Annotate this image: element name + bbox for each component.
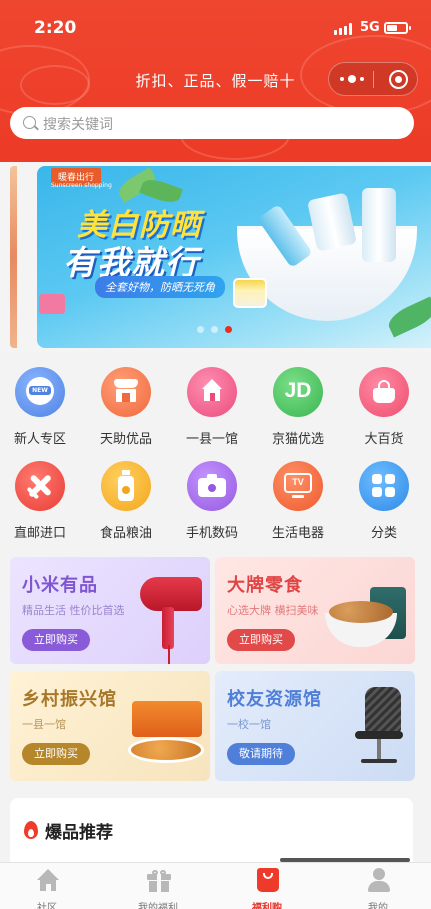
category-tianzhu[interactable]: 天助优品	[91, 367, 161, 447]
category-food-oil[interactable]: 食品粮油	[91, 461, 161, 541]
gift-icon	[147, 870, 171, 892]
category-label: 一县一馆	[185, 432, 238, 447]
promo-subtitle: 心选大牌 横扫美味	[227, 604, 319, 617]
promo-subtitle: 一校一馆	[227, 718, 271, 731]
jd-logo-icon: JD	[284, 379, 312, 402]
status-time: 2:20	[34, 18, 77, 38]
category-department-store[interactable]: 大百货	[349, 367, 419, 447]
category-label: 直邮进口	[13, 526, 66, 541]
category-label: 新人专区	[13, 432, 66, 447]
promo-title: 校友资源馆	[227, 689, 322, 710]
category-label: 分类	[370, 526, 397, 541]
search-icon	[23, 116, 36, 129]
product-bottle-image	[362, 188, 396, 262]
promo-card-xiaomi[interactable]: 小米有品 精品生活 性价比首选 立即购买	[10, 557, 210, 664]
mini-program-capsule[interactable]	[328, 62, 418, 96]
airplane-icon	[19, 465, 61, 507]
buy-now-button[interactable]: 立即购买	[227, 629, 295, 651]
tab-label: 我的	[368, 903, 388, 909]
grid-icon	[372, 474, 396, 498]
buy-now-button[interactable]: 立即购买	[22, 743, 90, 765]
tv-icon: TV	[284, 473, 312, 499]
bottom-tab-bar: 社区 我的福利 福利购 我的	[0, 862, 431, 909]
tab-welfare-shop[interactable]: 福利购	[222, 863, 312, 909]
snack-plate-image	[128, 737, 204, 763]
target-circle-icon[interactable]	[389, 70, 408, 89]
category-appliances[interactable]: TV 生活电器	[263, 461, 333, 541]
banner-subtitle: 全套好物，防晒无死角	[95, 276, 225, 298]
category-new-user[interactable]: NEW 新人专区	[5, 367, 75, 447]
gift-box-image	[39, 294, 65, 314]
promo-banner[interactable]: 暖春出行 Sunscreen shopping 美白防晒 有我就行 全套好物，防…	[37, 166, 431, 348]
tab-label: 福利购	[252, 903, 282, 909]
signal-icon	[334, 23, 356, 35]
more-dots-icon[interactable]	[340, 74, 364, 84]
tab-my-benefits[interactable]: 我的福利	[113, 863, 203, 909]
shopping-bag-icon	[257, 868, 279, 892]
house-icon	[200, 379, 224, 403]
tab-community[interactable]: 社区	[2, 863, 92, 909]
category-label: 生活电器	[271, 526, 324, 541]
search-input[interactable]: 搜索关键词	[10, 107, 414, 139]
promo-title: 乡村振兴馆	[22, 689, 117, 710]
tab-label: 我的福利	[138, 903, 178, 909]
tab-label: 社区	[37, 903, 57, 909]
category-direct-import[interactable]: 直邮进口	[5, 461, 75, 541]
product-jar-image	[233, 278, 267, 308]
new-badge-icon: NEW	[26, 377, 54, 405]
buy-now-button[interactable]: 立即购买	[22, 629, 90, 651]
home-icon	[37, 869, 59, 893]
banner-previous-slide-edge[interactable]	[10, 166, 17, 348]
oil-bottle-icon	[117, 470, 135, 502]
category-label: 京猫优选	[271, 432, 324, 447]
banner-tag-subtitle: Sunscreen shopping	[51, 182, 112, 189]
category-label: 手机数码	[185, 526, 238, 541]
category-all[interactable]: 分类	[349, 461, 419, 541]
user-icon	[368, 868, 390, 894]
coming-soon-button[interactable]: 敬请期待	[227, 743, 295, 765]
fire-icon	[24, 821, 38, 839]
category-label: 大百货	[364, 432, 404, 447]
category-label: 天助优品	[99, 432, 152, 447]
promo-subtitle: 一县一馆	[22, 718, 66, 731]
promo-card-alumni[interactable]: 校友资源馆 一校一馆 敬请期待	[215, 671, 415, 781]
office-chair-image	[365, 687, 401, 733]
promo-card-snacks[interactable]: 大牌零食 心选大牌 横扫美味 立即购买	[215, 557, 415, 664]
category-digital[interactable]: 手机数码	[177, 461, 247, 541]
network-type: 5G	[360, 20, 380, 35]
status-bar: 2:20 5G	[0, 0, 431, 52]
search-placeholder: 搜索关键词	[43, 117, 113, 133]
camera-icon	[198, 474, 226, 498]
promo-title: 大牌零食	[227, 575, 303, 596]
tab-me[interactable]: 我的	[333, 863, 423, 909]
battery-icon	[384, 22, 411, 34]
promo-title: 小米有品	[22, 575, 98, 596]
shopping-bag-icon	[372, 380, 396, 404]
section-title: 爆品推荐	[45, 823, 113, 843]
promo-card-rural[interactable]: 乡村振兴馆 一县一馆 立即购买	[10, 671, 210, 781]
capsule-divider	[373, 71, 374, 88]
category-county-hall[interactable]: 一县一馆	[177, 367, 247, 447]
hair-dryer-image	[140, 577, 202, 611]
shop-icon	[114, 379, 138, 403]
category-jd-select[interactable]: JD 京猫优选	[263, 367, 333, 447]
promo-subtitle: 精品生活 性价比首选	[22, 604, 125, 617]
category-label: 食品粮油	[99, 526, 152, 541]
snack-box-image	[132, 701, 202, 737]
